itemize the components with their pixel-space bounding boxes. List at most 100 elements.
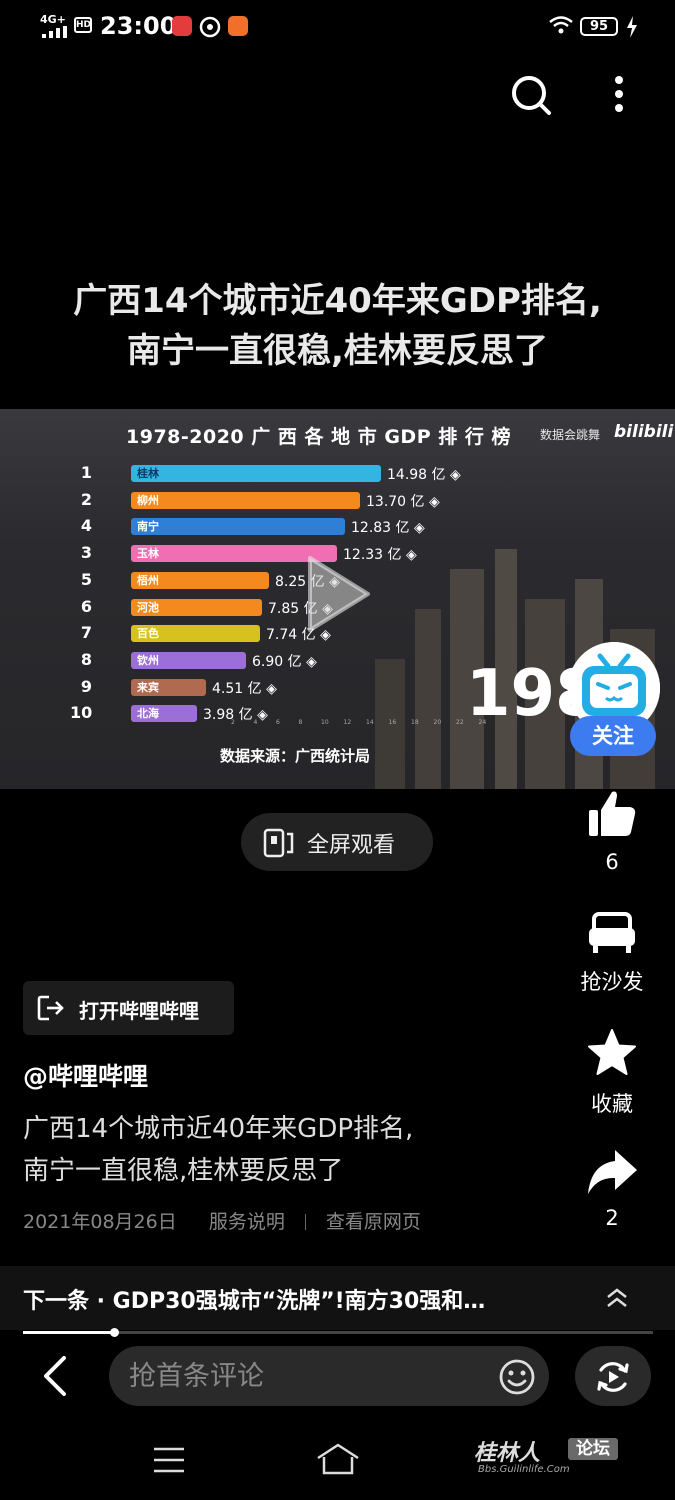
- status-bar: 4G+ HD 23:00 95: [0, 0, 675, 56]
- axis-tick: 18: [411, 719, 419, 726]
- share-icon: [588, 1150, 637, 1194]
- progress-fill: [23, 1331, 114, 1334]
- wifi-icon: [549, 16, 573, 34]
- bar-rank: 8: [80, 650, 92, 669]
- favorite-label: 收藏: [591, 1092, 633, 1116]
- notification-compass-icon: [199, 16, 221, 38]
- bar-value-label: 14.98 亿 ◈: [387, 467, 461, 483]
- bar-category-label: 来宾: [137, 681, 159, 694]
- bar-value-label: 13.70 亿 ◈: [366, 494, 440, 510]
- bar-rank: 9: [80, 677, 92, 696]
- author-name[interactable]: @哔哩哔哩: [23, 1057, 148, 1093]
- star-icon: [588, 1029, 636, 1075]
- network-indicator: 4G+: [40, 13, 66, 26]
- axis-tick: 12: [343, 719, 352, 726]
- share-count: 2: [605, 1206, 619, 1230]
- axis-tick: 10: [321, 719, 329, 726]
- sofa-button[interactable]: 抢沙发: [566, 910, 658, 996]
- bar: 来宾: [131, 679, 206, 696]
- progress-knob[interactable]: [110, 1328, 119, 1337]
- bar-category-label: 玉林: [137, 547, 159, 560]
- bilibili-logo: bilibili: [614, 422, 674, 442]
- emoji-icon[interactable]: [498, 1358, 536, 1396]
- favorite-button[interactable]: 收藏: [566, 1028, 658, 1118]
- clock: 23:00: [100, 12, 177, 40]
- fullscreen-button[interactable]: 全屏观看: [241, 813, 433, 871]
- play-icon[interactable]: [302, 552, 374, 636]
- open-app-label: 打开哔哩哔哩: [79, 999, 199, 1023]
- sofa-label: 抢沙发: [580, 970, 644, 994]
- notification-app-icon: [172, 16, 192, 36]
- bar-category-label: 河池: [137, 601, 159, 614]
- axis-tick: 8: [298, 719, 303, 726]
- bar: 百色: [131, 625, 260, 642]
- bar: 南宁: [131, 518, 345, 535]
- title-line-2: 南宁一直很稳,桂林要反思了: [127, 331, 548, 371]
- post-date: 2021年08月26日: [23, 1211, 177, 1233]
- post-description: 广西14个城市近40年来GDP排名, 南宁一直很稳,桂林要反思了: [23, 1108, 543, 1192]
- follow-button[interactable]: 关注: [570, 716, 656, 756]
- watermark-main: 桂林人: [474, 1441, 541, 1466]
- bar: 柳州: [131, 492, 360, 509]
- thumbs-up-icon: [589, 791, 636, 836]
- open-app-button[interactable]: 打开哔哩哔哩: [23, 981, 234, 1035]
- axis-tick: 6: [276, 719, 280, 726]
- bar-value-label: 4.51 亿 ◈: [212, 681, 277, 697]
- video-credit: 数据会跳舞: [540, 428, 601, 442]
- fullscreen-label: 全屏观看: [307, 833, 396, 858]
- next-item-title: 下一条 · GDP30强城市“洗牌”!南方30强和…: [23, 1289, 486, 1314]
- bar: 桂林: [131, 465, 381, 482]
- recent-apps-icon[interactable]: [152, 1446, 186, 1474]
- bar-rank: 4: [80, 516, 92, 535]
- bar-rank: 1: [80, 463, 92, 482]
- fullscreen-icon: [263, 828, 294, 858]
- notification-shop-icon: [228, 16, 248, 36]
- back-arrow-icon[interactable]: [36, 1354, 76, 1398]
- bar: 钦州: [131, 652, 246, 669]
- video-progress[interactable]: [23, 1328, 653, 1337]
- next-item-bar[interactable]: 下一条 · GDP30强城市“洗牌”!南方30强和…: [0, 1266, 675, 1330]
- desc-line-1: 广西14个城市近40年来GDP排名,: [23, 1114, 414, 1144]
- open-external-icon: [37, 995, 64, 1021]
- bar-rank: 7: [80, 623, 92, 642]
- service-link[interactable]: 服务说明: [209, 1207, 285, 1234]
- chevron-up-icon[interactable]: [605, 1287, 629, 1309]
- axis-tick: 16: [388, 719, 397, 726]
- comment-input[interactable]: [109, 1346, 549, 1406]
- bar-value-label: 6.90 亿 ◈: [252, 654, 317, 670]
- bar-rank: 6: [80, 597, 92, 616]
- bar-category-label: 钦州: [137, 654, 159, 667]
- meta-divider: [304, 1214, 306, 1230]
- post-title: 广西14个城市近40年来GDP排名, 南宁一直很稳,桂林要反思了: [20, 276, 655, 376]
- title-line-1: 广西14个城市近40年来GDP排名,: [73, 281, 602, 321]
- bar-value-label: 12.83 亿 ◈: [351, 520, 425, 536]
- axis-tick: 20: [433, 719, 442, 726]
- home-icon[interactable]: [315, 1442, 361, 1476]
- view-source-link[interactable]: 查看原网页: [326, 1207, 421, 1234]
- desc-line-2: 南宁一直很稳,桂林要反思了: [23, 1156, 344, 1186]
- bar: 河池: [131, 599, 262, 616]
- axis-tick: 4: [253, 719, 258, 726]
- signal-icon: [42, 26, 67, 38]
- bar: 梧州: [131, 572, 269, 589]
- bar-rank: 3: [80, 543, 92, 562]
- bar-category-label: 南宁: [137, 520, 159, 533]
- more-icon[interactable]: [611, 74, 627, 116]
- bar-category-label: 桂林: [137, 467, 159, 480]
- switch-button[interactable]: [575, 1346, 651, 1406]
- x-axis-ticks: 2 4 6 8 10 12 14 16 18 20 22 24: [131, 719, 491, 731]
- axis-tick: 22: [456, 719, 464, 726]
- share-button[interactable]: 2: [566, 1148, 658, 1230]
- like-count: 6: [605, 850, 619, 874]
- like-button[interactable]: 6: [566, 788, 658, 874]
- bar-rank: 5: [80, 570, 92, 589]
- refresh-icon: [597, 1362, 629, 1392]
- search-icon[interactable]: [510, 74, 552, 116]
- axis-tick: 14: [366, 719, 374, 726]
- video-chart-title: 1978-2020 广 西 各 地 市 GDP 排 行 榜: [126, 426, 511, 448]
- bar-category-label: 梧州: [137, 574, 159, 587]
- bar-category-label: 柳州: [137, 494, 159, 507]
- sofa-icon: [589, 912, 635, 953]
- hd-badge: HD: [74, 17, 92, 33]
- battery-indicator: 95: [580, 17, 618, 36]
